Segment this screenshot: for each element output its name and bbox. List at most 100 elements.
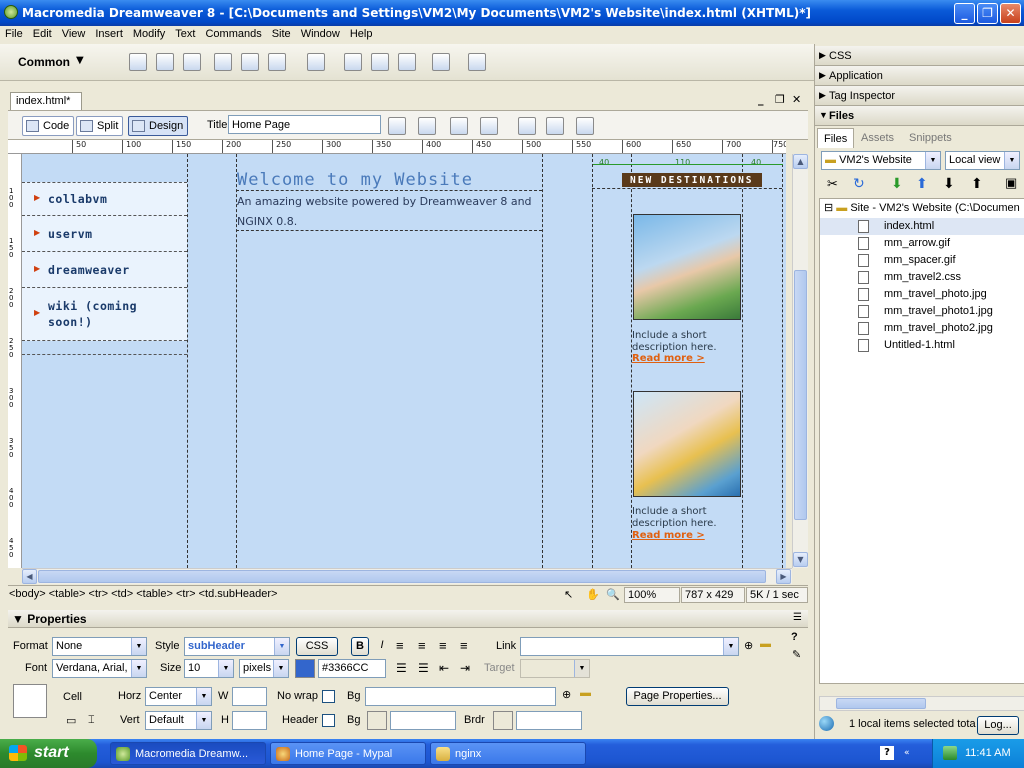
menu-insert[interactable]: Insert [90,26,128,42]
menu-edit[interactable]: Edit [28,26,57,42]
file-item[interactable]: mm_arrow.gif [820,235,1024,252]
welcome-heading[interactable]: Welcome to my Website [237,170,473,190]
link-input[interactable]: ▼ [520,637,739,656]
scroll-left-icon[interactable]: ◀ [22,569,37,584]
insert-category[interactable]: Common [18,55,70,69]
vertical-scrollbar[interactable]: ▲ ▼ [792,154,808,568]
start-button[interactable]: start [0,739,97,768]
help-icon[interactable]: ? [880,746,894,760]
image-icon[interactable] [268,53,286,71]
connect-icon[interactable]: ✂ [827,176,838,192]
div-icon[interactable] [241,53,259,71]
outdent-icon[interactable]: ⇤ [439,661,449,675]
travel-photo-2[interactable] [633,391,741,497]
style-select[interactable]: subHeader ▼ [184,637,290,656]
tab-assets[interactable]: Assets [861,132,894,144]
file-item[interactable]: mm_spacer.gif [820,252,1024,269]
align-center-icon[interactable]: ≡ [418,638,426,653]
minimize-doc-icon[interactable]: _ [758,93,764,106]
menu-modify[interactable]: Modify [128,26,170,42]
menu-text[interactable]: Text [170,26,200,42]
panel-options-icon[interactable]: ☰ [793,612,802,623]
scroll-thumb[interactable] [794,270,807,520]
nowrap-checkbox[interactable] [322,690,335,703]
validate-icon[interactable] [388,117,406,135]
unit-select[interactable]: pixels ▼ [239,659,289,678]
table-icon[interactable] [214,53,232,71]
italic-button[interactable]: I [373,637,391,656]
width-input[interactable] [232,687,267,706]
read-more-link[interactable]: Read more > [632,530,705,541]
refresh-icon[interactable]: ↻ [853,175,865,192]
format-select[interactable]: None ▼ [52,637,147,656]
horizontal-scrollbar[interactable]: ◀ ▶ [22,568,792,584]
file-tree[interactable]: ⊟ ▬ Site - VM2's Website (C:\Documen ind… [819,198,1024,684]
ordered-list-icon[interactable]: ☰ [418,661,429,675]
put-files-icon[interactable]: ⬆ [916,175,928,192]
tab-snippets[interactable]: Snippets [909,132,952,144]
split-view-button[interactable]: Split [76,116,124,136]
file-management-icon[interactable] [450,117,468,135]
tag-selector[interactable]: <body> <table> <tr> <td> <table> <tr> <t… [9,588,278,600]
browse-folder-icon[interactable]: ▬ [760,638,771,650]
bg-color-swatch[interactable] [367,711,387,730]
date-icon[interactable] [344,53,362,71]
nav-label[interactable]: wiki (coming soon!) [48,298,168,330]
email-link-icon[interactable] [156,53,174,71]
file-item[interactable]: mm_travel_photo.jpg [820,286,1024,303]
nav-item-wiki[interactable]: ▶ wiki (coming soon!) [22,288,187,341]
comment-icon[interactable] [398,53,416,71]
file-item[interactable]: Untitled-1.html [820,337,1024,354]
check-out-icon[interactable]: ⬇ [943,175,955,192]
zoom-tool-icon[interactable]: 🔍 [603,587,621,603]
scroll-down-icon[interactable]: ▼ [793,552,808,567]
browse-folder-icon[interactable]: ▬ [580,687,591,699]
taskbar-item-nginx[interactable]: nginx [430,742,586,765]
minimize-button[interactable]: _ [954,3,975,24]
travel-photo-1[interactable] [633,214,741,320]
menu-commands[interactable]: Commands [200,26,266,42]
bg-image-input[interactable] [365,687,556,706]
indent-icon[interactable]: ⇥ [460,661,470,675]
intro-text[interactable]: An amazing website powered by Dreamweave… [237,192,547,232]
nav-label[interactable]: uservm [48,227,93,241]
scroll-thumb[interactable] [38,570,766,583]
hyperlink-icon[interactable] [129,53,147,71]
tag-chooser-icon[interactable] [468,53,486,71]
bg-color-input[interactable] [390,711,456,730]
text-color-swatch[interactable] [295,659,315,678]
nav-label[interactable]: collabvm [48,192,107,206]
view-options-icon[interactable] [546,117,564,135]
menu-window[interactable]: Window [296,26,345,42]
zoom-select[interactable]: 100% [624,587,680,603]
server-side-include-icon[interactable] [371,53,389,71]
site-root[interactable]: ⊟ ▬ Site - VM2's Website (C:\Documen [824,201,1024,218]
file-item[interactable]: mm_travel_photo1.jpg [820,303,1024,320]
files-horizontal-scrollbar[interactable] [819,696,1024,711]
restore-button[interactable]: ❐ [977,3,998,24]
files-panel-header[interactable]: ▼ Files [815,106,1024,126]
tag-inspector-panel-header[interactable]: ▶ Tag Inspector [815,86,1024,106]
network-icon[interactable] [943,746,957,760]
nav-label[interactable]: dreamweaver [48,263,130,277]
code-view-button[interactable]: Code [22,116,75,136]
page-title-input[interactable] [228,115,381,134]
horz-select[interactable]: Center ▼ [145,687,212,706]
taskbar-item-mypal[interactable]: Home Page - Mypal [270,742,426,765]
font-select[interactable]: Verdana, Arial, ▼ [52,659,147,678]
nav-item-collabvm[interactable]: ▶ collabvm [22,182,187,216]
help-icon[interactable]: ? [791,631,798,643]
view-select[interactable]: Local view ▼ [945,151,1020,170]
chevron-down-icon[interactable]: ▼ [76,55,84,66]
select-tool-icon[interactable]: ↖ [561,587,579,603]
chevron-icon[interactable]: « [904,748,910,758]
menu-site[interactable]: Site [267,26,296,42]
size-select[interactable]: 10 ▼ [184,659,234,678]
application-panel-header[interactable]: ▶ Application [815,66,1024,86]
globe-icon[interactable] [480,117,498,135]
scroll-right-icon[interactable]: ▶ [776,569,791,584]
site-select[interactable]: ▬ VM2's Website ▼ [821,151,941,170]
border-color-input[interactable] [516,711,582,730]
menu-help[interactable]: Help [345,26,378,42]
nav-item-dreamweaver[interactable]: ▶ dreamweaver [22,252,187,288]
